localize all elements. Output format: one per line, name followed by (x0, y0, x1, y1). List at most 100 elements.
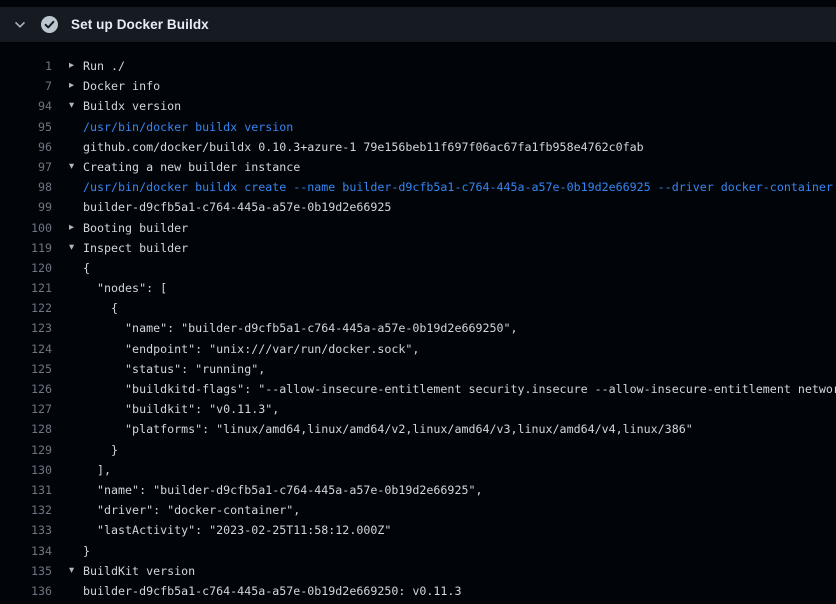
line-number[interactable]: 134 (0, 541, 52, 561)
line-number[interactable]: 133 (0, 520, 52, 540)
line-number[interactable]: 127 (0, 399, 52, 419)
log-row: 119 ▼Inspect builder (0, 238, 836, 258)
log-row: 134} (0, 541, 836, 561)
step-header-bar[interactable]: Set up Docker Buildx (0, 7, 836, 42)
log-output-text: "driver": "docker-container", (69, 500, 300, 520)
log-row: 95/usr/bin/docker buildx version (0, 117, 836, 137)
chevron-down-icon[interactable] (14, 19, 26, 31)
line-number[interactable]: 124 (0, 339, 52, 359)
group-title: Buildx version (83, 96, 181, 116)
triangle-down-icon: ▼ (69, 156, 83, 176)
line-number[interactable]: 7 (0, 76, 52, 96)
log-output-text: "endpoint": "unix:///var/run/docker.sock… (69, 339, 419, 359)
check-circle-icon (40, 15, 59, 34)
line-number[interactable]: 131 (0, 480, 52, 500)
log-row: 120 { (0, 258, 836, 278)
log-row: 132 "driver": "docker-container", (0, 500, 836, 520)
line-number[interactable]: 123 (0, 318, 52, 338)
group-title: Run ./ (83, 56, 125, 76)
line-number[interactable]: 119 (0, 238, 52, 258)
group-title: Docker info (83, 76, 160, 96)
triangle-right-icon: ▶ (69, 56, 83, 76)
log-row: 125 "status": "running", (0, 359, 836, 379)
log-output-text: } (69, 440, 118, 460)
log-output-text: "name": "builder-d9cfb5a1-c764-445a-a57e… (69, 318, 518, 338)
log-row: 98/usr/bin/docker buildx create --name b… (0, 177, 836, 197)
log-row: 94 ▼Buildx version (0, 96, 836, 116)
triangle-down-icon: ▼ (69, 237, 83, 257)
step-title: Set up Docker Buildx (71, 17, 209, 32)
line-number[interactable]: 125 (0, 359, 52, 379)
group-title: BuildKit version (83, 561, 195, 581)
line-number[interactable]: 120 (0, 258, 52, 278)
log-output-text: github.com/docker/buildx 0.10.3+azure-1 … (69, 137, 644, 157)
line-number[interactable]: 122 (0, 298, 52, 318)
line-number[interactable]: 135 (0, 561, 52, 581)
log-row: 130 ], (0, 460, 836, 480)
line-number[interactable]: 129 (0, 440, 52, 460)
log-command-text: /usr/bin/docker buildx create --name bui… (69, 177, 833, 197)
log-group-toggle[interactable]: ▼Inspect builder (69, 238, 188, 258)
line-number[interactable]: 128 (0, 419, 52, 439)
triangle-down-icon: ▼ (69, 96, 83, 116)
triangle-right-icon: ▶ (69, 76, 83, 96)
log-row: 133 "lastActivity": "2023-02-25T11:58:12… (0, 520, 836, 540)
log-row: 135 ▼BuildKit version (0, 561, 836, 581)
log-row: 100 ▶Booting builder (0, 218, 836, 238)
log-output-text: "nodes": [ (69, 278, 167, 298)
log-row: 96 github.com/docker/buildx 0.10.3+azure-… (0, 137, 836, 157)
group-title: Creating a new builder instance (83, 157, 300, 177)
line-number[interactable]: 121 (0, 278, 52, 298)
log-output-text: } (69, 541, 90, 561)
log-lines: 1▶Run ./7▶Docker info94▼Buildx version95… (0, 56, 836, 601)
log-row: 126 "buildkitd-flags": "--allow-insecure… (0, 379, 836, 399)
line-number[interactable]: 99 (0, 197, 52, 217)
line-number[interactable]: 98 (0, 177, 52, 197)
log-command-text: /usr/bin/docker buildx version (69, 117, 293, 137)
log-output-text: { (69, 298, 118, 318)
group-title: Inspect builder (83, 238, 188, 258)
line-number[interactable]: 100 (0, 218, 52, 238)
line-number[interactable]: 96 (0, 137, 52, 157)
log-row: 124 "endpoint": "unix:///var/run/docker.… (0, 339, 836, 359)
log-row: 123 "name": "builder-d9cfb5a1-c764-445a-… (0, 318, 836, 338)
log-row: 127 "buildkit": "v0.11.3", (0, 399, 836, 419)
group-title: Booting builder (83, 218, 188, 238)
log-row: 97 ▼Creating a new builder instance (0, 157, 836, 177)
log-group-toggle[interactable]: ▼Creating a new builder instance (69, 157, 300, 177)
log-output-text: builder-d9cfb5a1-c764-445a-a57e-0b19d2e6… (69, 581, 461, 601)
log-output-text: { (69, 258, 90, 278)
line-number[interactable]: 95 (0, 117, 52, 137)
log-output-text: "lastActivity": "2023-02-25T11:58:12.000… (69, 520, 391, 540)
line-number[interactable]: 130 (0, 460, 52, 480)
line-number[interactable]: 132 (0, 500, 52, 520)
log-group-toggle[interactable]: ▶Booting builder (69, 218, 188, 238)
log-output-text: "name": "builder-d9cfb5a1-c764-445a-a57e… (69, 480, 482, 500)
log-output-text: "buildkit": "v0.11.3", (69, 399, 279, 419)
log-row: 128 "platforms": "linux/amd64,linux/amd6… (0, 419, 836, 439)
triangle-down-icon: ▼ (69, 560, 83, 580)
log-row: 121 "nodes": [ (0, 278, 836, 298)
line-number[interactable]: 1 (0, 56, 52, 76)
log-output-text: "buildkitd-flags": "--allow-insecure-ent… (69, 379, 836, 399)
log-group-toggle[interactable]: ▼BuildKit version (69, 561, 195, 581)
log-output-text: "platforms": "linux/amd64,linux/amd64/v2… (69, 419, 693, 439)
line-number[interactable]: 94 (0, 96, 52, 116)
log-row: 7 ▶Docker info (0, 76, 836, 96)
triangle-right-icon: ▶ (69, 217, 83, 237)
log-output-text: "status": "running", (69, 359, 265, 379)
log-row: 131 "name": "builder-d9cfb5a1-c764-445a-… (0, 480, 836, 500)
line-number[interactable]: 136 (0, 581, 52, 601)
log-row: 136 builder-d9cfb5a1-c764-445a-a57e-0b19d… (0, 581, 836, 601)
line-number[interactable]: 97 (0, 157, 52, 177)
log-output-text: ], (69, 460, 111, 480)
log-group-toggle[interactable]: ▶Docker info (69, 76, 160, 96)
line-number[interactable]: 126 (0, 379, 52, 399)
log-viewer: 1▶Run ./7▶Docker info94▼Buildx version95… (0, 42, 836, 601)
log-group-toggle[interactable]: ▶Run ./ (69, 56, 125, 76)
log-row: 1 ▶Run ./ (0, 56, 836, 76)
log-row: 99 builder-d9cfb5a1-c764-445a-a57e-0b19d2… (0, 197, 836, 217)
log-output-text: builder-d9cfb5a1-c764-445a-a57e-0b19d2e6… (69, 197, 391, 217)
log-group-toggle[interactable]: ▼Buildx version (69, 96, 181, 116)
log-row: 129 } (0, 440, 836, 460)
